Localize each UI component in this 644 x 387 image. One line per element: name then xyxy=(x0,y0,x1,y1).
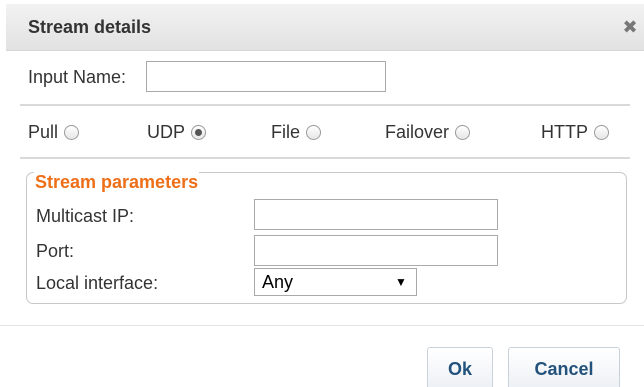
multicast-ip-label: Multicast IP: xyxy=(36,206,135,226)
port-label: Port: xyxy=(36,241,75,261)
radio-file-label: File xyxy=(271,121,301,142)
divider-top xyxy=(20,104,630,106)
radio-http-circle[interactable] xyxy=(594,124,609,140)
radio-http-label: HTTP xyxy=(541,121,588,142)
footer-divider xyxy=(0,325,644,326)
radio-udp[interactable]: UDP xyxy=(147,121,207,143)
ok-button[interactable]: Ok xyxy=(427,347,493,387)
radio-pull[interactable]: Pull xyxy=(28,121,80,143)
cancel-button[interactable]: Cancel xyxy=(508,347,620,387)
radio-udp-circle[interactable] xyxy=(191,124,207,140)
dropdown-arrow-icon: ▼ xyxy=(395,275,407,289)
dialog-title: Stream details xyxy=(28,17,152,37)
radio-pull-label: Pull xyxy=(28,121,59,142)
radio-http[interactable]: HTTP xyxy=(541,121,609,143)
radio-file-circle[interactable] xyxy=(306,124,322,140)
input-name-label: Input Name: xyxy=(28,67,127,87)
local-interface-label: Local interface: xyxy=(36,273,159,293)
port-field[interactable] xyxy=(254,235,498,266)
radio-failover[interactable]: Failover xyxy=(385,121,471,143)
radio-failover-label: Failover xyxy=(385,121,450,142)
input-name-field[interactable] xyxy=(146,61,386,92)
local-interface-value: Any xyxy=(262,272,294,292)
stream-details-dialog: Stream details ✖ Input Name: Pull UDP Fi… xyxy=(0,0,644,387)
divider-middle xyxy=(20,157,630,159)
dialog-titlebar: Stream details ✖ xyxy=(6,4,644,51)
local-interface-select[interactable]: Any ▼ xyxy=(254,268,417,296)
radio-failover-circle[interactable] xyxy=(455,124,471,140)
stream-parameters-legend: Stream parameters xyxy=(34,172,200,193)
radio-file[interactable]: File xyxy=(271,121,322,143)
radio-udp-label: UDP xyxy=(147,121,186,142)
radio-pull-circle[interactable] xyxy=(64,124,80,140)
multicast-ip-field[interactable] xyxy=(254,199,498,230)
close-icon[interactable]: ✖ xyxy=(621,18,639,36)
